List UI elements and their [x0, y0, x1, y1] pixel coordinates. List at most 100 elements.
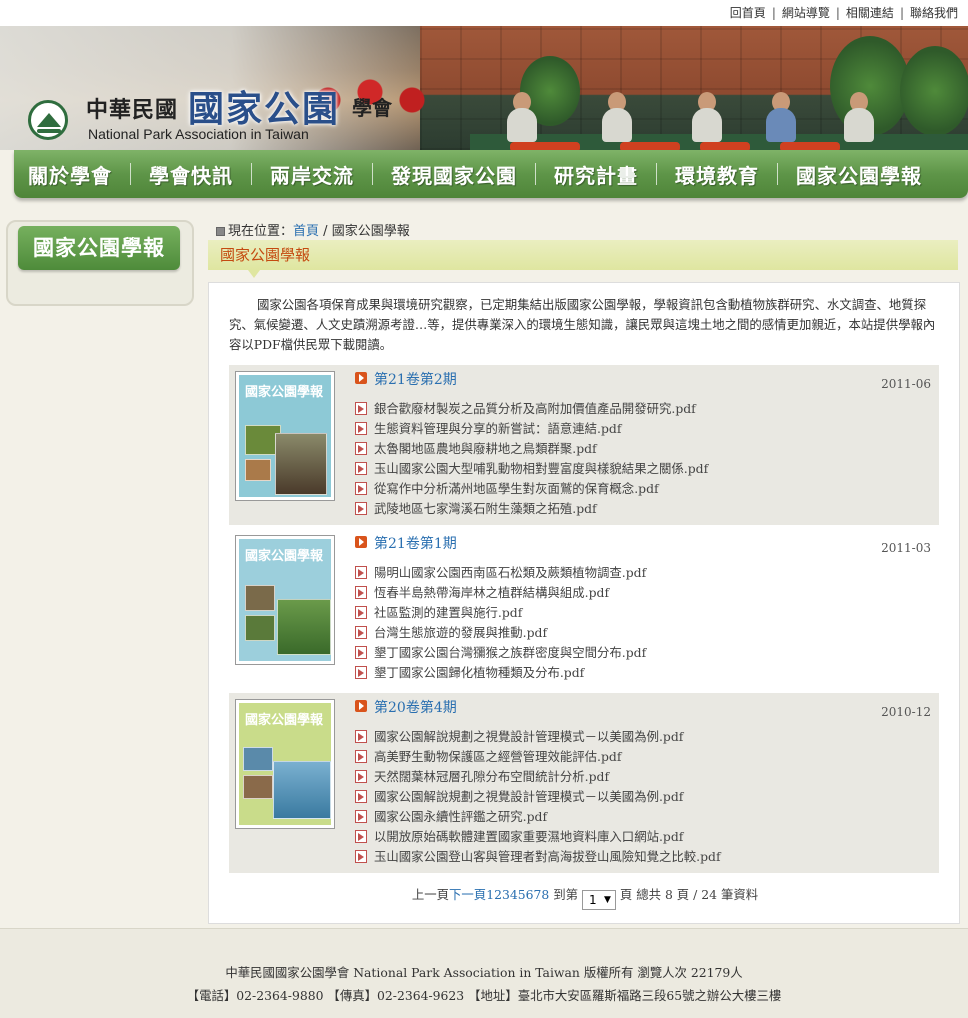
issue-cover-image[interactable]: 國家公園學報 [235, 535, 335, 665]
issue-cover-image[interactable]: 國家公園學報 [235, 699, 335, 829]
file-link[interactable]: 社區監測的建置與施行.pdf [374, 605, 522, 620]
nav-divider [372, 163, 373, 185]
file-link[interactable]: 生態資料管理與分享的新嘗試：語意連結.pdf [374, 421, 621, 436]
pdf-arrow-icon [355, 606, 367, 619]
file-link[interactable]: 以開放原始碼軟體建置國家重要濕地資料庫入口網站.pdf [374, 829, 683, 844]
pager-next[interactable]: 下一頁 [449, 887, 486, 902]
nav-item-cross-strait[interactable]: 兩岸交流 [270, 160, 354, 189]
file-link[interactable]: 恆春半島熱帶海岸林之植群結構與組成.pdf [374, 585, 609, 600]
home-link[interactable]: 回首頁 [730, 6, 766, 20]
pdf-arrow-icon [355, 586, 367, 599]
nav-item-journal[interactable]: 國家公園學報 [796, 160, 922, 189]
sidebar: 國家公園學報 [6, 220, 194, 306]
file-link[interactable]: 台灣生態旅遊的發展與推動.pdf [374, 625, 547, 640]
pdf-arrow-icon [355, 830, 367, 843]
issue-date: 2011-03 [881, 541, 931, 555]
flower-arrangement [510, 142, 580, 150]
divider: | [835, 6, 840, 20]
list-item: 社區監測的建置與施行.pdf [355, 603, 646, 623]
issue-title-row: 第21卷第2期 [355, 369, 457, 389]
file-link[interactable]: 高美野生動物保護區之經營管理效能評估.pdf [374, 749, 621, 764]
logo-suffix: 學會 [352, 96, 392, 120]
file-link[interactable]: 武陵地區七家灣溪石附生藻類之拓殖.pdf [374, 501, 597, 516]
list-item: 從寫作中分析滿州地區學生對灰面鷲的保育概念.pdf [355, 479, 708, 499]
issue-title-row: 第20卷第4期 [355, 697, 457, 717]
sidebar-title[interactable]: 國家公園學報 [18, 226, 180, 270]
pdf-arrow-icon [355, 482, 367, 495]
contact-link[interactable]: 聯絡我們 [910, 6, 958, 20]
issue-cover-image[interactable]: 國家公園學報 [235, 371, 335, 501]
flower-arrangement [780, 142, 840, 150]
pdf-arrow-icon [355, 790, 367, 803]
list-item: 太魯閣地區農地與廢耕地之鳥類群聚.pdf [355, 439, 708, 459]
pdf-arrow-icon [355, 810, 367, 823]
nav-item-discover[interactable]: 發現國家公園 [391, 160, 517, 189]
pager-page-numbers[interactable]: 12345678 [486, 887, 549, 902]
main-nav: 關於學會 學會快訊 兩岸交流 發現國家公園 研究計畫 環境教育 國家公園學報 [14, 150, 968, 198]
file-link[interactable]: 陽明山國家公園西南區石松類及蕨類植物調查.pdf [374, 565, 646, 580]
pdf-arrow-icon [355, 646, 367, 659]
pdf-arrow-icon [355, 850, 367, 863]
nav-divider [777, 163, 778, 185]
footer-contact: 【電話】02-2364-9880 【傳真】02-2364-9623 【地址】臺北… [186, 988, 782, 1003]
file-link[interactable]: 從寫作中分析滿州地區學生對灰面鷲的保育概念.pdf [374, 481, 659, 496]
nav-item-education[interactable]: 環境教育 [675, 160, 759, 189]
pdf-arrow-icon [355, 402, 367, 415]
nav-item-news[interactable]: 學會快訊 [149, 160, 233, 189]
file-link[interactable]: 墾丁國家公園歸化植物種類及分布.pdf [374, 665, 584, 680]
title-pointer-icon [248, 270, 260, 278]
file-link[interactable]: 國家公園解說規劃之視覺設計管理模式－以美國為例.pdf [374, 789, 683, 804]
pdf-arrow-icon [355, 750, 367, 763]
association-logo-icon[interactable] [28, 100, 68, 140]
issue-title-link[interactable]: 第21卷第2期 [374, 372, 457, 388]
list-item: 玉山國家公園登山客與管理者對高海拔登山風險知覺之比較.pdf [355, 847, 721, 867]
nav-item-about[interactable]: 關於學會 [28, 160, 112, 189]
file-link[interactable]: 玉山國家公園登山客與管理者對高海拔登山風險知覺之比較.pdf [374, 849, 721, 864]
related-links-link[interactable]: 相關連結 [846, 6, 894, 20]
nav-divider [251, 163, 252, 185]
file-list: 國家公園解說規劃之視覺設計管理模式－以美國為例.pdf 高美野生動物保護區之經營… [355, 727, 721, 867]
list-item: 國家公園解說規劃之視覺設計管理模式－以美國為例.pdf [355, 787, 721, 807]
play-arrow-icon [355, 372, 367, 384]
wave-icon [37, 129, 61, 133]
page-select[interactable]: 1 ▼ [581, 890, 616, 910]
content-area: 國家公園學報 現在位置：首頁 / 國家公園學報 國家公園學報 國家公園各項保育成… [0, 202, 968, 930]
footer-copyright: 中華民國國家公園學會 National Park Association in … [225, 965, 743, 980]
issue-block: 國家公園學報 第20卷第4期 2010-12 國家公園解說規劃之視覺設計管理模式… [229, 693, 939, 873]
file-link[interactable]: 國家公園解說規劃之視覺設計管理模式－以美國為例.pdf [374, 729, 683, 744]
issue-title-link[interactable]: 第20卷第4期 [374, 700, 457, 716]
issue-title-link[interactable]: 第21卷第1期 [374, 536, 457, 552]
pager-summary: 頁 總共 8 頁 / 24 筆資料 [619, 887, 759, 902]
file-link[interactable]: 國家公園永續性評鑑之研究.pdf [374, 809, 547, 824]
list-item: 國家公園解說規劃之視覺設計管理模式－以美國為例.pdf [355, 727, 721, 747]
flower-arrangement [620, 142, 680, 150]
divider: | [899, 6, 904, 20]
mountain-icon [37, 113, 61, 127]
cover-photo [275, 433, 327, 495]
breadcrumb-home-link[interactable]: 首頁 [293, 224, 319, 239]
footer: 中華民國國家公園學會 National Park Association in … [0, 928, 968, 1018]
file-link[interactable]: 墾丁國家公園台灣獼猴之族群密度與空間分布.pdf [374, 645, 646, 660]
pdf-arrow-icon [355, 566, 367, 579]
file-list: 銀合歡廢材製炭之品質分析及高附加價值產品開發研究.pdf 生態資料管理與分享的新… [355, 399, 708, 519]
file-link[interactable]: 太魯閣地區農地與廢耕地之鳥類群聚.pdf [374, 441, 597, 456]
file-link[interactable]: 天然闊葉林冠層孔隙分布空間統計分析.pdf [374, 769, 609, 784]
issue-date: 2011-06 [881, 377, 931, 391]
banner: 中華民國 國家公園 學會 National Park Association i… [0, 26, 968, 150]
file-link[interactable]: 玉山國家公園大型哺乳動物相對豐富度與樣貌結果之關係.pdf [374, 461, 708, 476]
pager-prev[interactable]: 上一頁 [412, 887, 449, 902]
sitemap-link[interactable]: 網站導覽 [782, 6, 830, 20]
breadcrumb-prefix: 現在位置： [228, 224, 294, 239]
file-link[interactable]: 銀合歡廢材製炭之品質分析及高附加價值產品開發研究.pdf [374, 401, 696, 416]
nav-item-research[interactable]: 研究計畫 [554, 160, 638, 189]
cover-photo [273, 761, 331, 819]
pager-goto-label: 到第 [553, 887, 579, 902]
page-select-value: 1 [588, 893, 597, 907]
flower-arrangement [700, 142, 750, 150]
pdf-arrow-icon [355, 462, 367, 475]
cover-photo [245, 585, 275, 611]
list-item: 天然闊葉林冠層孔隙分布空間統計分析.pdf [355, 767, 721, 787]
file-list: 陽明山國家公園西南區石松類及蕨類植物調查.pdf 恆春半島熱帶海岸林之植群結構與… [355, 563, 646, 683]
list-item: 生態資料管理與分享的新嘗試：語意連結.pdf [355, 419, 708, 439]
breadcrumb: 現在位置：首頁 / 國家公園學報 [216, 220, 410, 239]
